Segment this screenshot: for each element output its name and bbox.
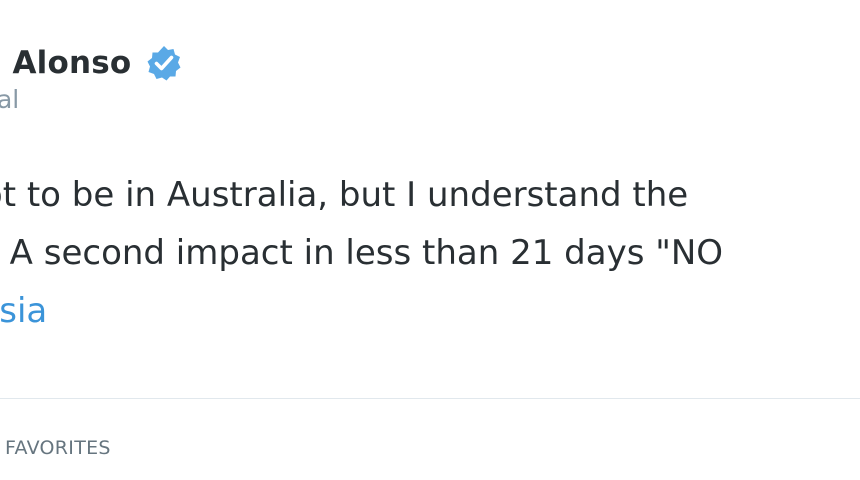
author-handle[interactable]: ial [0, 85, 19, 114]
verified-badge-icon [145, 44, 183, 82]
tweet-card: o Alonso ial n not to be in Australia, b… [0, 0, 860, 480]
tweet-text: n not to be in Australia, but I understa… [0, 166, 860, 340]
author-name[interactable]: o Alonso [0, 45, 131, 81]
favorites-stat[interactable]: FAVORITES [5, 437, 111, 459]
tweet-text-line: alaysia [0, 282, 860, 340]
tweet-text-line: n not to be in Australia, but I understa… [0, 175, 689, 215]
author-header: o Alonso [0, 38, 183, 88]
tweet-text-line: ons. A second impact in less than 21 day… [0, 233, 724, 273]
hashtag-link[interactable]: alaysia [0, 291, 47, 331]
divider [0, 398, 860, 399]
